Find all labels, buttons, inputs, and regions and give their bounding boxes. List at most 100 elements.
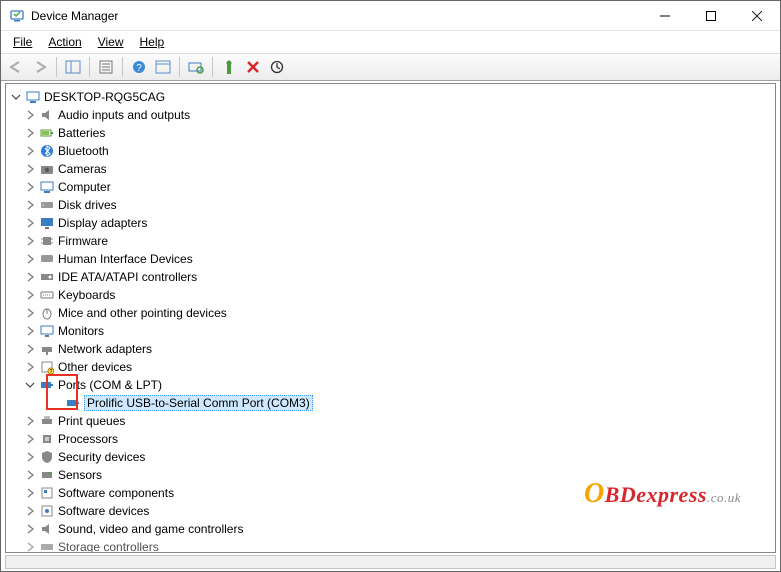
add-legacy-button[interactable] — [218, 56, 240, 78]
properties-button[interactable] — [95, 56, 117, 78]
expand-icon[interactable] — [22, 413, 38, 429]
action-button[interactable] — [152, 56, 174, 78]
expand-icon[interactable] — [22, 323, 38, 339]
cat-monitors[interactable]: Monitors — [8, 322, 773, 340]
port-icon — [65, 395, 81, 411]
storage-icon — [39, 539, 55, 552]
expand-icon[interactable] — [22, 215, 38, 231]
uninstall-button[interactable] — [242, 56, 264, 78]
content-pane: DESKTOP-RQG5CAG Audio inputs and outputs… — [5, 83, 776, 553]
firmware-icon — [39, 233, 55, 249]
expand-icon[interactable] — [22, 251, 38, 267]
cat-firmware[interactable]: Firmware — [8, 232, 773, 250]
maximize-button[interactable] — [688, 1, 734, 31]
cat-cameras[interactable]: Cameras — [8, 160, 773, 178]
printer-icon — [39, 413, 55, 429]
toolbar-separator — [179, 57, 180, 77]
cat-network[interactable]: Network adapters — [8, 340, 773, 358]
root-label: DESKTOP-RQG5CAG — [44, 90, 165, 104]
mouse-icon — [39, 305, 55, 321]
expand-icon[interactable] — [22, 485, 38, 501]
expand-icon[interactable] — [22, 521, 38, 537]
watermark: OBDexpress.co.uk — [584, 478, 741, 510]
toolbar-separator — [89, 57, 90, 77]
cat-ide[interactable]: IDE ATA/ATAPI controllers — [8, 268, 773, 286]
menu-help[interactable]: Help — [134, 33, 171, 51]
disk-icon — [39, 197, 55, 213]
expand-icon[interactable] — [22, 197, 38, 213]
expand-icon[interactable] — [22, 449, 38, 465]
menubar: File Action View Help — [1, 31, 780, 53]
cat-print-queues[interactable]: Print queues — [8, 412, 773, 430]
expand-icon[interactable] — [22, 125, 38, 141]
network-icon — [39, 341, 55, 357]
back-button[interactable] — [5, 56, 27, 78]
computer-icon — [39, 179, 55, 195]
window-title: Device Manager — [31, 9, 642, 23]
ports-icon — [39, 377, 55, 393]
cat-ports[interactable]: Ports (COM & LPT) — [8, 376, 773, 394]
update-driver-button[interactable] — [266, 56, 288, 78]
expand-icon[interactable] — [22, 143, 38, 159]
expand-icon[interactable] — [22, 107, 38, 123]
titlebar: Device Manager — [1, 1, 780, 31]
expand-icon[interactable] — [22, 233, 38, 249]
menu-action[interactable]: Action — [42, 33, 87, 51]
expand-icon[interactable] — [22, 179, 38, 195]
cat-sound[interactable]: Sound, video and game controllers — [8, 520, 773, 538]
app-icon — [9, 8, 25, 24]
expand-icon[interactable] — [22, 467, 38, 483]
cat-bluetooth[interactable]: Bluetooth — [8, 142, 773, 160]
sound-icon — [39, 521, 55, 537]
camera-icon — [39, 161, 55, 177]
cat-audio[interactable]: Audio inputs and outputs — [8, 106, 773, 124]
expand-icon[interactable] — [22, 269, 38, 285]
cat-display[interactable]: Display adapters — [8, 214, 773, 232]
computer-icon — [25, 89, 41, 105]
scan-hardware-button[interactable] — [185, 56, 207, 78]
keyboard-icon — [39, 287, 55, 303]
display-icon — [39, 215, 55, 231]
cat-storage[interactable]: Storage controllers — [8, 538, 773, 552]
device-prolific-com3[interactable]: Prolific USB-to-Serial Comm Port (COM3) — [8, 394, 773, 412]
hid-icon — [39, 251, 55, 267]
other-icon: ? — [39, 359, 55, 375]
svg-text:?: ? — [136, 63, 142, 74]
cpu-icon — [39, 431, 55, 447]
device-tree[interactable]: DESKTOP-RQG5CAG Audio inputs and outputs… — [6, 84, 775, 552]
expand-icon[interactable] — [22, 539, 38, 552]
cat-processors[interactable]: Processors — [8, 430, 773, 448]
help-button[interactable]: ? — [128, 56, 150, 78]
cat-computer[interactable]: Computer — [8, 178, 773, 196]
tree-root[interactable]: DESKTOP-RQG5CAG — [8, 88, 773, 106]
sensor-icon — [39, 467, 55, 483]
expand-icon[interactable] — [22, 503, 38, 519]
battery-icon — [39, 125, 55, 141]
expand-icon[interactable] — [22, 161, 38, 177]
expand-icon[interactable] — [22, 341, 38, 357]
cat-hid[interactable]: Human Interface Devices — [8, 250, 773, 268]
toolbar-separator — [212, 57, 213, 77]
cat-keyboards[interactable]: Keyboards — [8, 286, 773, 304]
expand-icon[interactable] — [22, 359, 38, 375]
cat-security[interactable]: Security devices — [8, 448, 773, 466]
forward-button[interactable] — [29, 56, 51, 78]
expand-icon[interactable] — [22, 305, 38, 321]
menu-file[interactable]: File — [7, 33, 38, 51]
cat-mice[interactable]: Mice and other pointing devices — [8, 304, 773, 322]
cat-other[interactable]: ?Other devices — [8, 358, 773, 376]
minimize-button[interactable] — [642, 1, 688, 31]
security-icon — [39, 449, 55, 465]
show-hide-tree-button[interactable] — [62, 56, 84, 78]
cat-batteries[interactable]: Batteries — [8, 124, 773, 142]
statusbar — [5, 555, 776, 569]
audio-icon — [39, 107, 55, 123]
cat-disk[interactable]: Disk drives — [8, 196, 773, 214]
menu-view[interactable]: View — [92, 33, 130, 51]
monitor-icon — [39, 323, 55, 339]
close-button[interactable] — [734, 1, 780, 31]
collapse-icon[interactable] — [8, 89, 24, 105]
expand-icon[interactable] — [22, 287, 38, 303]
collapse-icon[interactable] — [22, 377, 38, 393]
expand-icon[interactable] — [22, 431, 38, 447]
